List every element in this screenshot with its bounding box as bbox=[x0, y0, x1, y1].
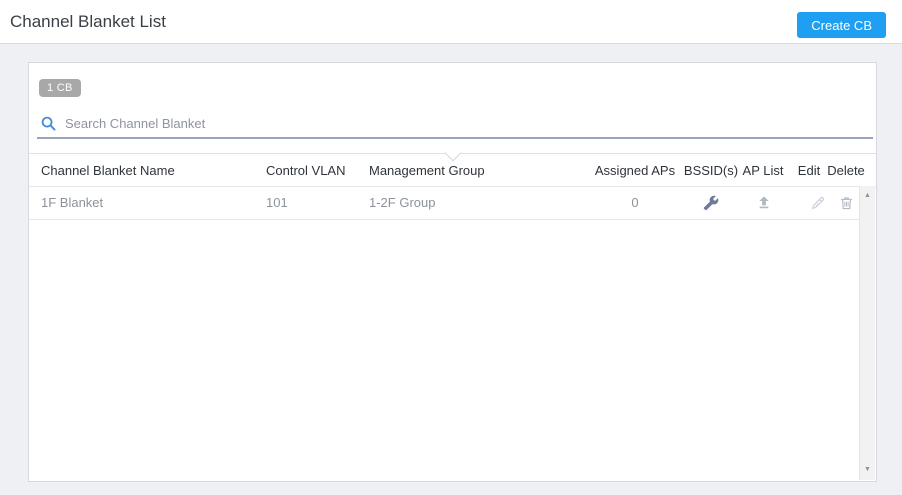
col-header-assigned-aps: Assigned APs bbox=[594, 163, 676, 178]
cell-management-group: 1-2F Group bbox=[369, 195, 436, 210]
col-header-management-group: Management Group bbox=[369, 163, 485, 178]
table-header-row: Channel Blanket Name Control VLAN Manage… bbox=[29, 144, 876, 187]
cb-count-badge: 1 CB bbox=[39, 79, 81, 97]
page-header: Channel Blanket List Create CB bbox=[0, 0, 902, 44]
page-title: Channel Blanket List bbox=[10, 12, 166, 31]
ap-list-upload-icon[interactable] bbox=[751, 187, 777, 219]
bssid-wrench-icon[interactable] bbox=[698, 187, 724, 219]
col-header-name: Channel Blanket Name bbox=[41, 163, 175, 178]
cell-assigned-aps: 0 bbox=[631, 195, 639, 210]
search-bar bbox=[37, 109, 873, 139]
col-header-edit: Edit bbox=[797, 163, 821, 178]
table-row[interactable]: 1F Blanket 101 1-2F Group 0 bbox=[29, 187, 859, 220]
edit-pencil-icon[interactable] bbox=[805, 187, 831, 219]
col-header-control-vlan: Control VLAN bbox=[266, 163, 346, 178]
cell-blanket-name: 1F Blanket bbox=[41, 195, 104, 210]
col-header-delete: Delete bbox=[827, 163, 865, 178]
create-cb-button[interactable]: Create CB bbox=[797, 12, 886, 38]
delete-trash-icon[interactable] bbox=[833, 187, 859, 219]
search-icon bbox=[40, 115, 57, 132]
channel-blanket-panel: 1 CB Channel Blanket Name Control VLAN M… bbox=[28, 62, 877, 482]
scroll-down-icon[interactable]: ▼ bbox=[860, 465, 875, 475]
cell-control-vlan: 101 bbox=[266, 195, 288, 210]
vertical-scrollbar[interactable]: ▲ ▼ bbox=[859, 186, 875, 480]
scroll-up-icon[interactable]: ▲ bbox=[860, 191, 875, 201]
col-header-bssid: BSSID(s) bbox=[683, 163, 739, 178]
col-header-ap-list: AP List bbox=[742, 163, 784, 178]
search-input[interactable] bbox=[65, 115, 873, 131]
